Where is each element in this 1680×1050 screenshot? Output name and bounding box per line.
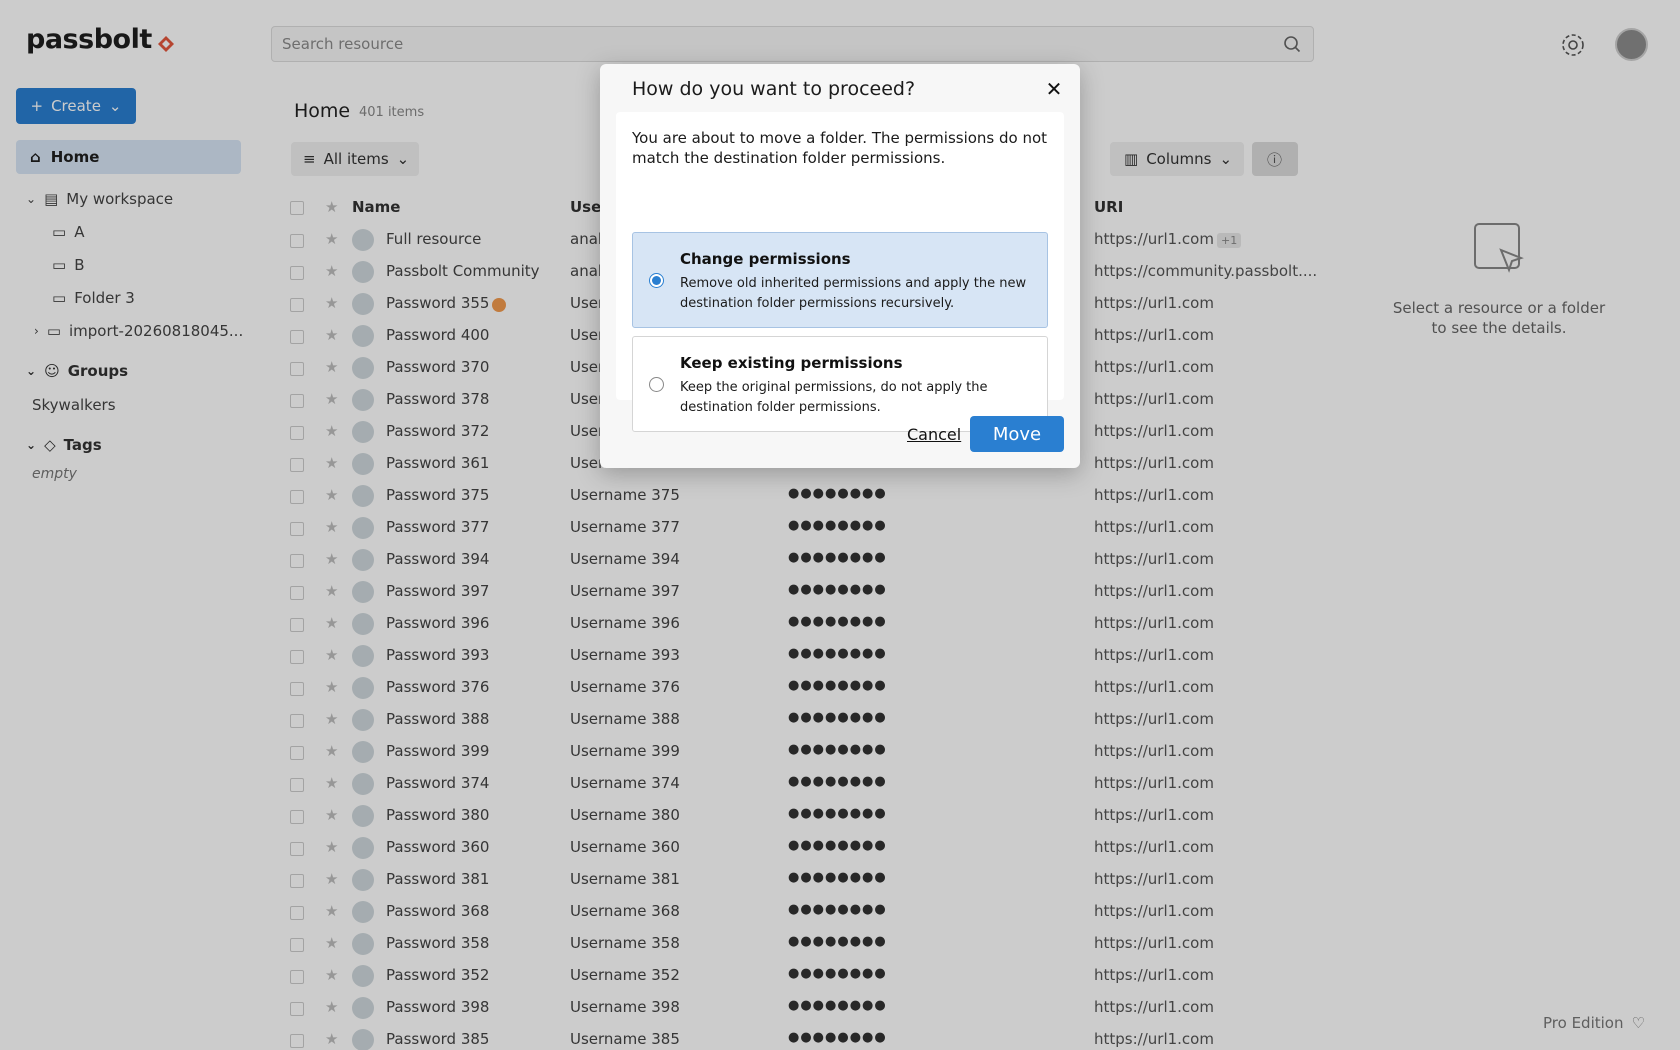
dialog-title: How do you want to proceed? — [632, 78, 916, 100]
option-title: Change permissions — [680, 250, 851, 268]
radio-change-permissions[interactable] — [649, 273, 664, 288]
radio-keep-permissions[interactable] — [649, 377, 664, 392]
option-change-permissions[interactable]: Change permissions Remove old inherited … — [632, 232, 1048, 328]
close-icon[interactable]: ✕ — [1043, 78, 1065, 100]
move-permissions-dialog: How do you want to proceed? ✕ You are ab… — [600, 64, 1080, 468]
option-description: Remove old inherited permissions and app… — [680, 276, 1027, 311]
dialog-message: You are about to move a folder. The perm… — [632, 129, 1048, 167]
dialog-body: You are about to move a folder. The perm… — [616, 112, 1064, 432]
option-title: Keep existing permissions — [680, 354, 903, 372]
move-button[interactable]: Move — [970, 416, 1064, 452]
option-description: Keep the original permissions, do not ap… — [680, 380, 988, 415]
cancel-button[interactable]: Cancel — [907, 425, 961, 444]
